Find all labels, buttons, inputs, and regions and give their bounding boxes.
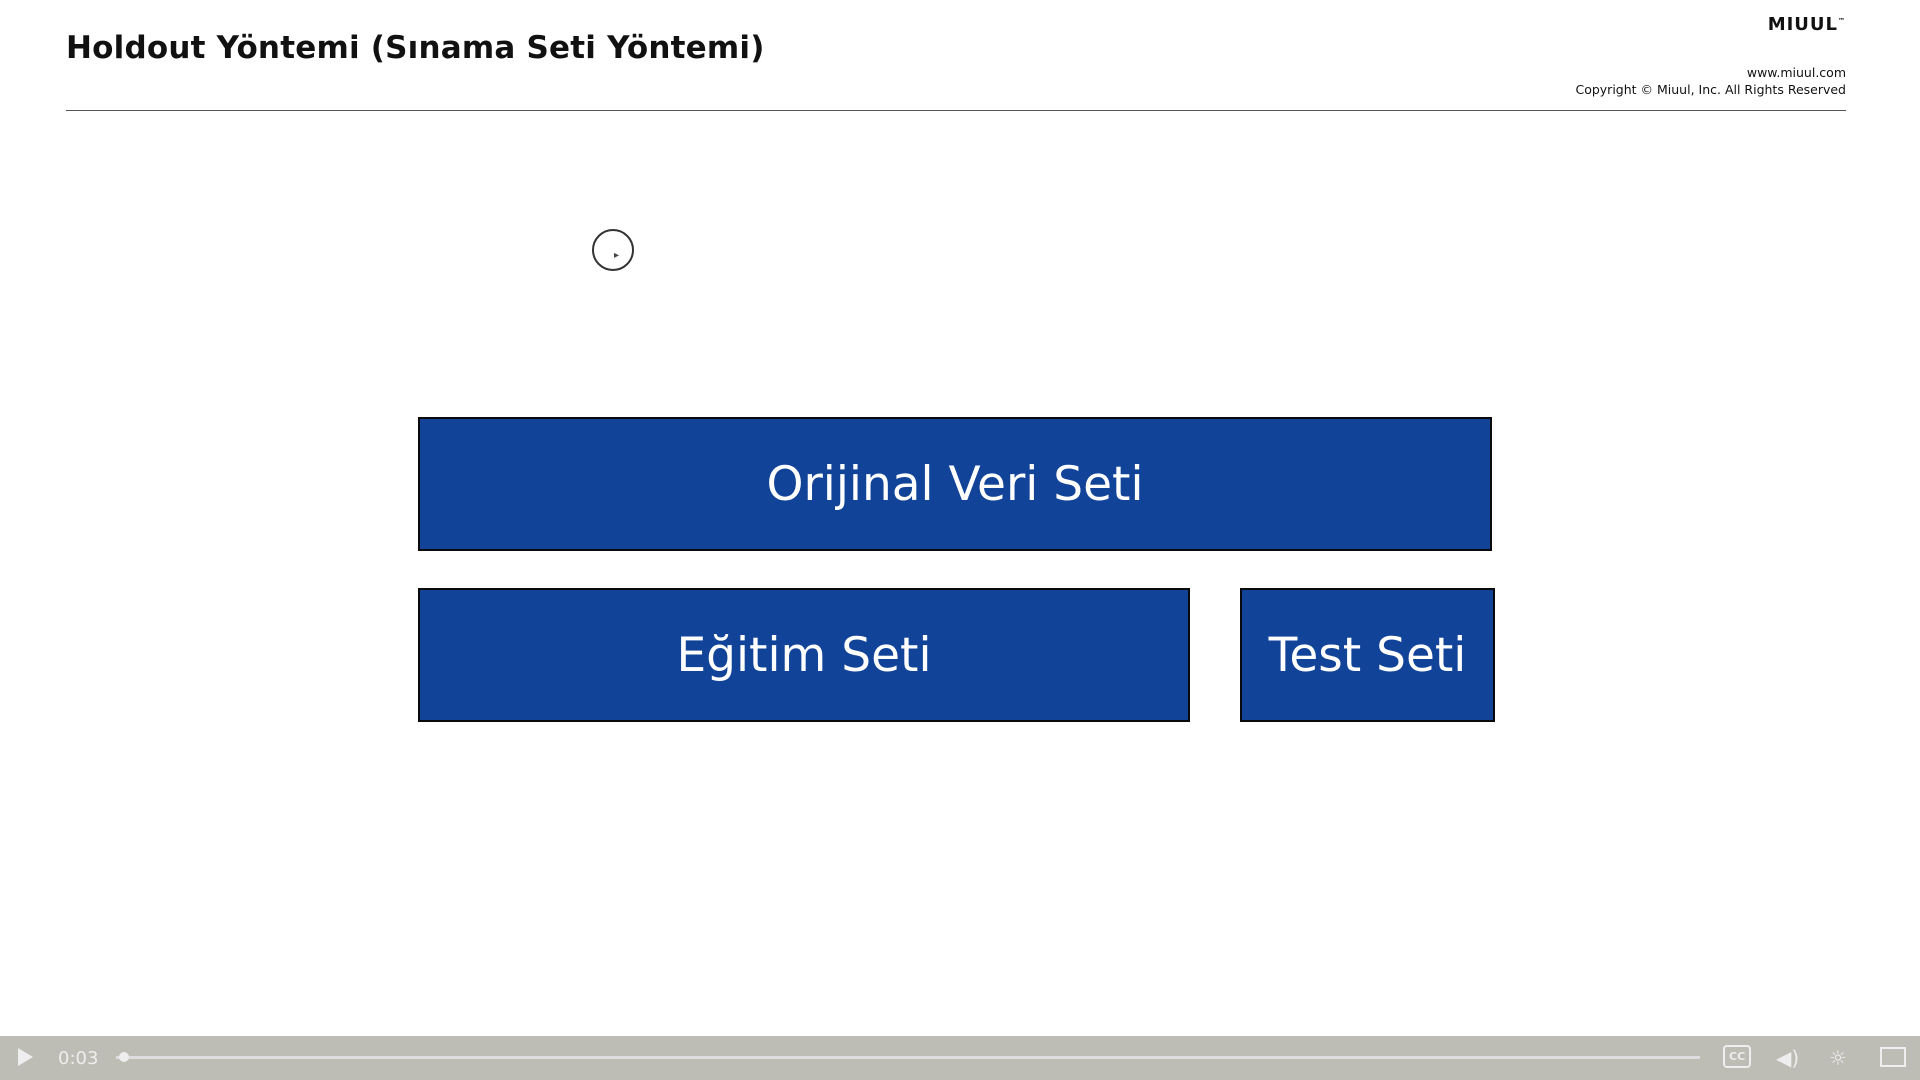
play-icon[interactable] (18, 1048, 33, 1066)
cursor-indicator: ▸ (592, 229, 634, 271)
progress-track[interactable] (116, 1056, 1700, 1059)
volume-icon[interactable]: ◀) (1776, 1046, 1799, 1070)
cc-icon[interactable]: CC (1723, 1045, 1752, 1068)
pointer-icon: ▸ (614, 250, 620, 261)
trademark: ™ (1838, 17, 1846, 25)
site-info: www.miuul.com Copyright © Miuul, Inc. Al… (1575, 64, 1846, 98)
copyright: Copyright © Miuul, Inc. All Rights Reser… (1575, 82, 1846, 97)
current-time: 0:03 (58, 1048, 99, 1069)
fullscreen-icon[interactable] (1880, 1047, 1906, 1067)
slide-title: Holdout Yöntemi (Sınama Seti Yöntemi) (66, 30, 765, 66)
training-set-box: Eğitim Seti (418, 588, 1190, 722)
progress-handle[interactable] (119, 1052, 130, 1062)
divider (66, 110, 1846, 111)
logo-text: MIUUL (1767, 14, 1838, 35)
original-dataset-box: Orijinal Veri Seti (418, 417, 1492, 551)
test-set-box: Test Seti (1240, 588, 1495, 722)
website: www.miuul.com (1746, 65, 1846, 80)
video-controls: 0:03 CC ◀) ☼ (0, 1036, 1920, 1080)
settings-gear-icon[interactable]: ☼ (1829, 1046, 1847, 1070)
miuul-logo: MIUUL™ (1768, 14, 1846, 35)
